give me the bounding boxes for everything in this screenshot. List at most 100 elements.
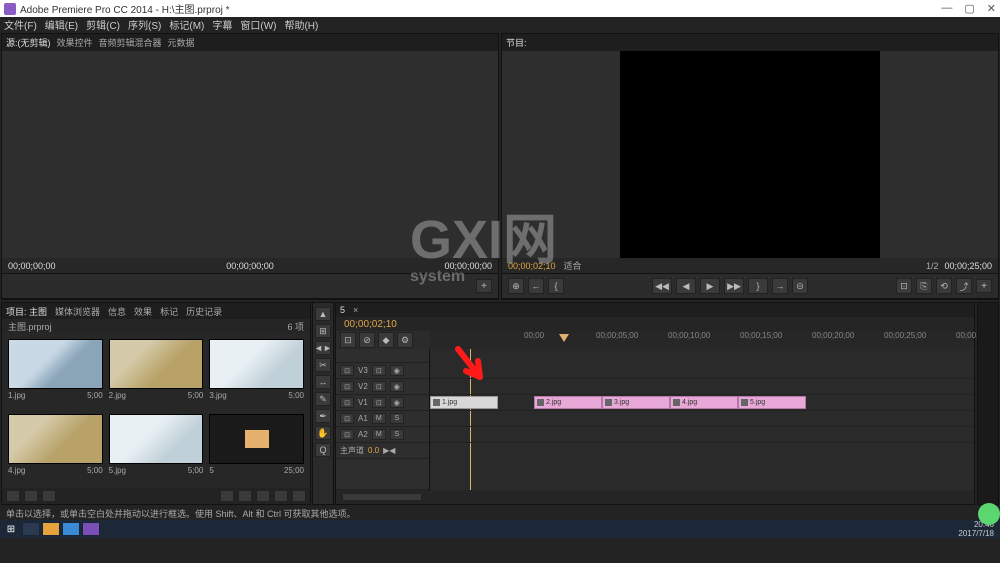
track-target[interactable]: ⊡ [340,429,354,440]
new-item-icon[interactable] [274,490,288,502]
menu-file[interactable]: 文件(F) [4,17,37,32]
step-back-icon[interactable]: ← [528,278,544,294]
selection-tool-icon[interactable]: ▲ [315,307,331,321]
track-target[interactable]: ⊡ [340,397,354,408]
program-fit[interactable]: 适合 [564,259,582,272]
tab-project[interactable]: 项目: 主图 [6,305,47,318]
freeform-view-icon[interactable] [42,490,56,502]
project-item[interactable]: 3.jpg5;00 [209,339,304,408]
video-track-row[interactable] [430,379,974,395]
project-item[interactable]: 1.jpg5;00 [8,339,103,408]
menu-caption[interactable]: 字幕 [212,17,232,32]
start-button[interactable]: ⊞ [2,522,20,536]
playhead-marker[interactable] [559,334,569,342]
program-tc-left[interactable]: 00;00;02;10 [508,261,556,271]
marker-add-icon[interactable]: ⊕ [508,278,524,294]
mute-icon[interactable]: M [372,413,386,424]
tab-audio-mixer[interactable]: 音频剪辑混合器 [99,36,162,49]
auto-match-icon[interactable] [220,490,234,502]
audio-track-row[interactable] [430,427,974,443]
video-track-header[interactable]: ⊡V1⊡◉ [336,395,429,411]
menu-help[interactable]: 帮助(H) [284,17,318,32]
project-item[interactable]: 525;00 [209,414,304,483]
program-zoom[interactable]: 1/2 [926,261,939,271]
timeline-clip[interactable]: 2.jpg [534,396,602,409]
menu-edit[interactable]: 编辑(E) [45,17,78,32]
tab-media-browser[interactable]: 媒体浏览器 [55,305,100,318]
video-track-header[interactable]: ⊡V2⊡◉ [336,379,429,395]
premiere-app-icon[interactable] [82,522,100,536]
play-icon[interactable]: ▶ [700,278,720,294]
hand-tool-icon[interactable]: ✋ [315,426,331,440]
project-item[interactable]: 4.jpg5;00 [8,414,103,483]
master-track-header[interactable]: 主声道 0.0 ▶◀ [336,443,429,459]
video-track-row[interactable] [430,363,974,379]
zoom-tool-icon[interactable]: Q [315,443,331,457]
tab-effect-controls[interactable]: 效果控件 [57,36,93,49]
assist-badge-icon[interactable] [978,503,1000,525]
maximize-button[interactable]: ▢ [964,2,974,15]
snap-icon[interactable]: ⊡ [340,332,356,348]
overwrite-icon[interactable]: ⟲ [936,278,952,294]
timeline-clip[interactable]: 4.jpg [670,396,738,409]
list-view-icon[interactable] [6,490,20,502]
track-target[interactable]: ⊡ [340,413,354,424]
timeline-clip[interactable]: 5.jpg [738,396,806,409]
new-bin-icon[interactable] [256,490,270,502]
insert-icon[interactable]: ⎘ [916,278,932,294]
menu-sequence[interactable]: 序列(S) [128,17,161,32]
tab-program[interactable]: 节目: [506,36,527,49]
close-button[interactable]: ✕ [987,2,996,15]
zoom-scrollbar[interactable] [342,493,422,501]
timeline-clip[interactable]: 3.jpg [602,396,670,409]
settings-icon[interactable]: ⚙ [397,332,413,348]
program-viewport[interactable] [502,51,998,258]
icon-view-icon[interactable] [24,490,38,502]
export-icon[interactable]: ⤴ [956,278,972,294]
explorer-icon[interactable] [42,522,60,536]
track-target[interactable]: ⊡ [340,381,354,392]
menu-window[interactable]: 窗口(W) [240,17,276,32]
toggle-output-icon[interactable]: ⊡ [372,397,386,408]
menu-clip[interactable]: 剪辑(C) [86,17,120,32]
source-add-button[interactable]: + [476,279,492,293]
project-item[interactable]: 5.jpg5;00 [109,414,204,483]
timeline-tab[interactable]: 5 [340,305,345,315]
audio-track-row[interactable] [430,411,974,427]
tab-markers[interactable]: 标记 [160,305,178,318]
audio-track-header[interactable]: ⊡A1MS [336,411,429,427]
track-select-tool-icon[interactable]: ⊞ [315,324,331,338]
project-item[interactable]: 2.jpg5;00 [109,339,204,408]
timeline-clip[interactable]: 1.jpg [430,396,498,409]
toggle-sync-icon[interactable]: ◉ [390,397,404,408]
slip-tool-icon[interactable]: ↔ [315,375,331,389]
pen-tool-icon[interactable]: ✎ [315,392,331,406]
find-icon[interactable] [238,490,252,502]
tab-source[interactable]: 源:(无剪辑) [6,36,51,49]
toggle-sync-icon[interactable]: ◉ [390,381,404,392]
video-track-header[interactable]: ⊡V3⊡◉ [336,363,429,379]
toggle-output-icon[interactable]: ⊡ [372,365,386,376]
master-value[interactable]: 0.0 [368,446,379,455]
lift-icon[interactable]: ⊝ [792,278,808,294]
step-right-icon[interactable]: ▶▶ [724,278,744,294]
program-add-button[interactable]: + [976,279,992,293]
tab-metadata[interactable]: 元数据 [168,36,195,49]
goto-prev-icon[interactable]: ◀◀ [652,278,672,294]
source-viewport[interactable] [2,51,498,258]
mark-out-icon[interactable]: → [772,278,788,294]
track-target[interactable]: ⊡ [340,365,354,376]
goto-next-icon[interactable]: } [748,278,768,294]
toggle-sync-icon[interactable]: ◉ [390,365,404,376]
marker-icon[interactable]: ◆ [378,332,394,348]
solo-icon[interactable]: S [390,429,404,440]
mark-in-icon[interactable]: { [548,278,564,294]
link-icon[interactable]: ⊘ [359,332,375,348]
tab-info[interactable]: 信息 [108,305,126,318]
razor-tool-icon[interactable]: ✂ [315,358,331,372]
mute-icon[interactable]: M [372,429,386,440]
audio-track-header[interactable]: ⊡A2MS [336,427,429,443]
tab-history[interactable]: 历史记录 [186,305,222,318]
ripple-tool-icon[interactable]: ◄► [315,341,331,355]
toggle-output-icon[interactable]: ⊡ [372,381,386,392]
